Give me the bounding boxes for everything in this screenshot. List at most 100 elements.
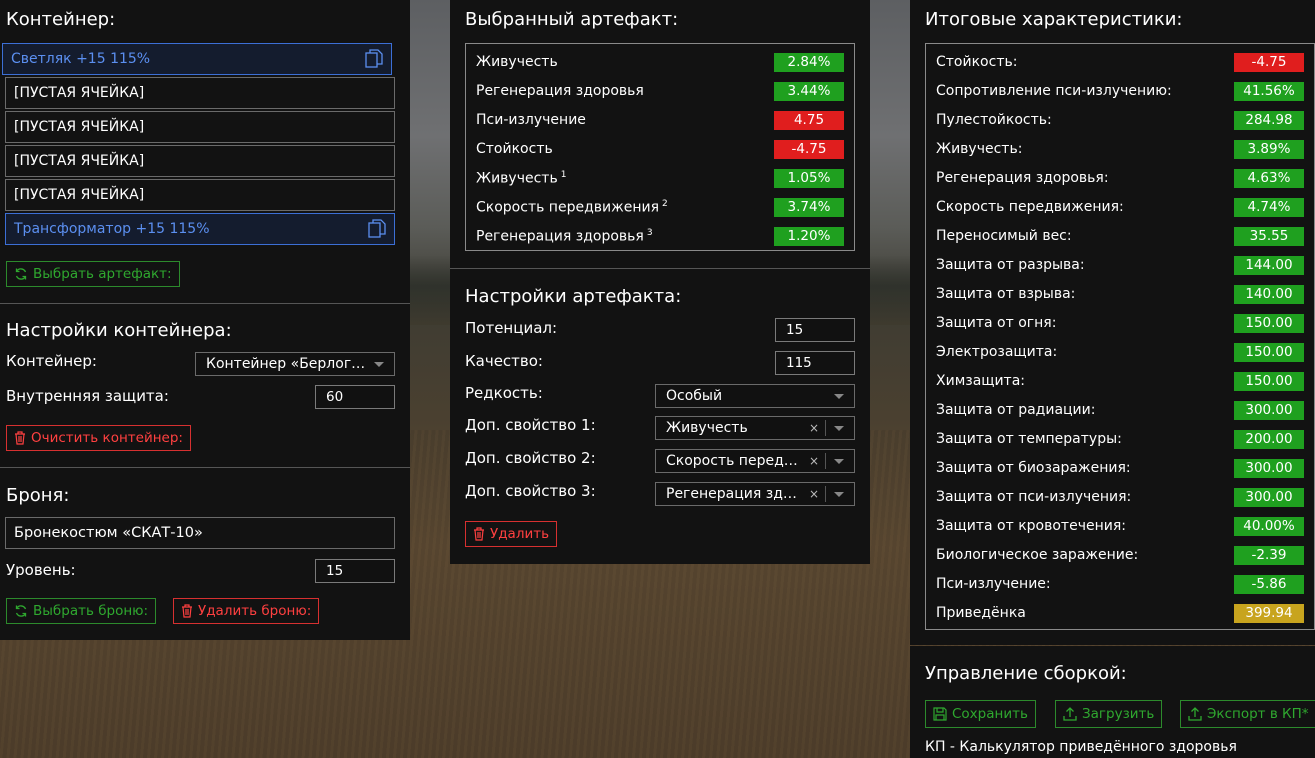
stat-value: 41.56% [1234, 81, 1304, 101]
stat-row: Пси-излучение 4.75 [476, 109, 844, 131]
stat-name: Защита от биозаражения: [936, 460, 1131, 476]
totals-row: Защита от биозаражения: 300.00 [936, 457, 1304, 479]
delete-armor-button[interactable]: Удалить броню: [173, 598, 320, 624]
container-settings-title: Настройки контейнера: [6, 320, 232, 341]
stat-name: Химзащита: [936, 373, 1026, 389]
stat-value: 40.00% [1234, 516, 1304, 536]
extra1-label: Доп. свойство 1: [465, 416, 596, 434]
container-slot-1[interactable]: Светляк +15 115% [2, 43, 392, 75]
totals-row: Защита от разрыва: 144.00 [936, 254, 1304, 276]
copy-icon[interactable] [365, 49, 383, 69]
potential-input[interactable]: 15 [775, 318, 855, 342]
armor-name-field[interactable]: Бронекостюм «СКАТ-10» [5, 517, 395, 549]
stat-name: Пси-излучение: [936, 576, 1051, 592]
stat-row: Регенерация здоровья 3.44% [476, 80, 844, 102]
extra1-select[interactable]: Живучесть × [655, 416, 855, 440]
rarity-select[interactable]: Особый [655, 384, 855, 408]
extra3-select[interactable]: Регенерация здоровья × [655, 482, 855, 506]
protection-input[interactable]: 60 [315, 385, 395, 409]
container-slot-4[interactable]: [ПУСТАЯ ЯЧЕЙКА] [5, 145, 395, 177]
stat-row: Живучесть 2.84% [476, 51, 844, 73]
chevron-down-icon [834, 393, 844, 399]
stat-value: 150.00 [1234, 342, 1304, 362]
stat-name: Защита от взрыва: [936, 286, 1076, 302]
build-management-panel: Управление сборкой: Сохранить Загрузить … [910, 646, 1315, 758]
stat-value: 200.00 [1234, 429, 1304, 449]
stat-value: 300.00 [1234, 487, 1304, 507]
totals-row: Электрозащита: 150.00 [936, 341, 1304, 363]
clear-icon[interactable]: × [809, 454, 819, 468]
quality-label: Качество: [465, 352, 543, 370]
container-select[interactable]: Контейнер «Берлога-6 [195, 352, 395, 376]
armor-level-label: Уровень: [6, 561, 76, 579]
totals-row: Биологическое заражение: -2.39 [936, 544, 1304, 566]
armor-title: Броня: [6, 485, 70, 506]
stat-name: Защита от кровотечения: [936, 518, 1126, 534]
chevron-down-icon [834, 491, 844, 497]
trash-icon [15, 431, 25, 445]
quality-input[interactable]: 115 [775, 351, 855, 375]
stat-name: Защита от пси-излучения: [936, 489, 1132, 505]
clear-icon[interactable]: × [809, 487, 819, 501]
totals-row: Защита от кровотечения: 40.00% [936, 515, 1304, 537]
stat-value: -5.86 [1234, 574, 1304, 594]
refresh-icon [15, 268, 27, 280]
container-slot-5[interactable]: [ПУСТАЯ ЯЧЕЙКА] [5, 179, 395, 211]
trash-icon [182, 604, 192, 618]
stat-value: -2.39 [1234, 545, 1304, 565]
save-icon [933, 707, 947, 721]
armor-level-input[interactable]: 15 [315, 559, 395, 583]
upload-icon [1188, 707, 1202, 721]
chevron-down-icon [834, 425, 844, 431]
artifact-settings-title: Настройки артефакта: [465, 286, 682, 307]
totals-row: Стойкость: -4.75 [936, 51, 1304, 73]
slot-label: Светляк +15 115% [11, 51, 151, 67]
stat-value: 150.00 [1234, 371, 1304, 391]
container-slot-3[interactable]: [ПУСТАЯ ЯЧЕЙКА] [5, 111, 395, 143]
select-armor-button[interactable]: Выбрать броню: [6, 598, 157, 624]
chevron-down-icon [834, 458, 844, 464]
save-button[interactable]: Сохранить [925, 700, 1036, 728]
select-artifact-button[interactable]: Выбрать артефакт: [6, 261, 180, 287]
stat-value: -4.75 [1234, 52, 1304, 72]
totals-row: Защита от взрыва: 140.00 [936, 283, 1304, 305]
stat-name: Регенерация здоровья: [936, 170, 1109, 186]
stat-name: Переносимый вес: [936, 228, 1072, 244]
stat-value: 3.89% [1234, 139, 1304, 159]
extra2-label: Доп. свойство 2: [465, 449, 596, 467]
stat-value: 300.00 [1234, 458, 1304, 478]
container-label: Контейнер: [6, 352, 97, 370]
totals-box: Стойкость: -4.75 Сопротивление пси-излучен… [925, 43, 1315, 630]
slot-label: Трансформатор +15 115% [14, 221, 210, 237]
container-slot-2[interactable]: [ПУСТАЯ ЯЧЕЙКА] [5, 77, 395, 109]
totals-title: Итоговые характеристики: [925, 9, 1183, 30]
rarity-label: Редкость: [465, 384, 543, 402]
stat-name: Приведёнка [936, 605, 1026, 621]
clear-container-button[interactable]: Очистить контейнер: [6, 425, 191, 451]
stat-name: Электрозащита: [936, 344, 1058, 360]
totals-row: Химзащита: 150.00 [936, 370, 1304, 392]
refresh-icon [15, 605, 27, 617]
extra2-select[interactable]: Скорость передвижения × [655, 449, 855, 473]
upload-icon [1063, 707, 1077, 721]
export-button[interactable]: Экспорт в КП* [1180, 700, 1315, 728]
stat-value: 150.00 [1234, 313, 1304, 333]
stat-name: Защита от разрыва: [936, 257, 1085, 273]
totals-row: Защита от огня: 150.00 [936, 312, 1304, 334]
stat-name: Защита от огня: [936, 315, 1057, 331]
slot-label: [ПУСТАЯ ЯЧЕЙКА] [14, 187, 145, 203]
totals-row: Регенерация здоровья: 4.63% [936, 167, 1304, 189]
slot-label: [ПУСТАЯ ЯЧЕЙКА] [14, 85, 145, 101]
stat-value: 284.98 [1234, 110, 1304, 130]
stat-row: Регенерация здоровья 3 1.20% [476, 225, 844, 247]
load-button[interactable]: Загрузить [1055, 700, 1163, 728]
stat-value: 399.94 [1234, 603, 1304, 623]
stat-value: 144.00 [1234, 255, 1304, 275]
totals-panel: Итоговые характеристики: Стойкость: -4.75… [910, 0, 1315, 645]
copy-icon[interactable] [368, 219, 386, 239]
clear-icon[interactable]: × [809, 421, 819, 435]
totals-row: Пси-излучение: -5.86 [936, 573, 1304, 595]
totals-row: Сопротивление пси-излучению: 41.56% [936, 80, 1304, 102]
delete-artifact-button[interactable]: Удалить [465, 521, 558, 547]
container-slot-6[interactable]: Трансформатор +15 115% [5, 213, 395, 245]
